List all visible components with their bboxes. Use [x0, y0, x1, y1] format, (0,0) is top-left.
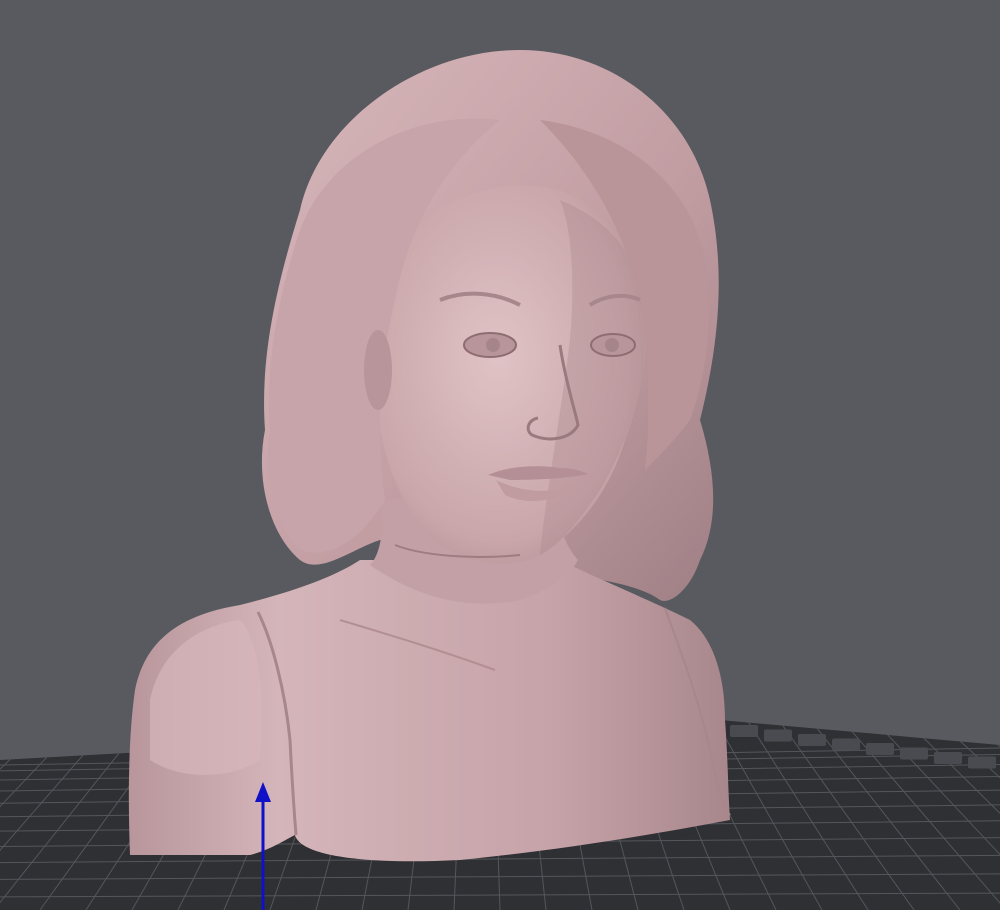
plate-edge-icon: [832, 738, 860, 751]
plate-edge-icon: [968, 756, 996, 769]
model-ear: [364, 330, 392, 410]
plate-edge-icon: [866, 743, 894, 755]
scene-canvas[interactable]: [0, 0, 1000, 910]
model-iris-right: [605, 338, 619, 352]
3d-viewport[interactable]: 3d-perspective: [0, 0, 1000, 910]
plate-edge-icon: [934, 752, 962, 764]
model-iris-left: [486, 338, 500, 352]
plate-edge-icon: [798, 734, 826, 746]
plate-edge-icon: [730, 725, 758, 737]
plate-edge-icon: [764, 729, 792, 742]
plate-edge-icon: [900, 747, 928, 760]
